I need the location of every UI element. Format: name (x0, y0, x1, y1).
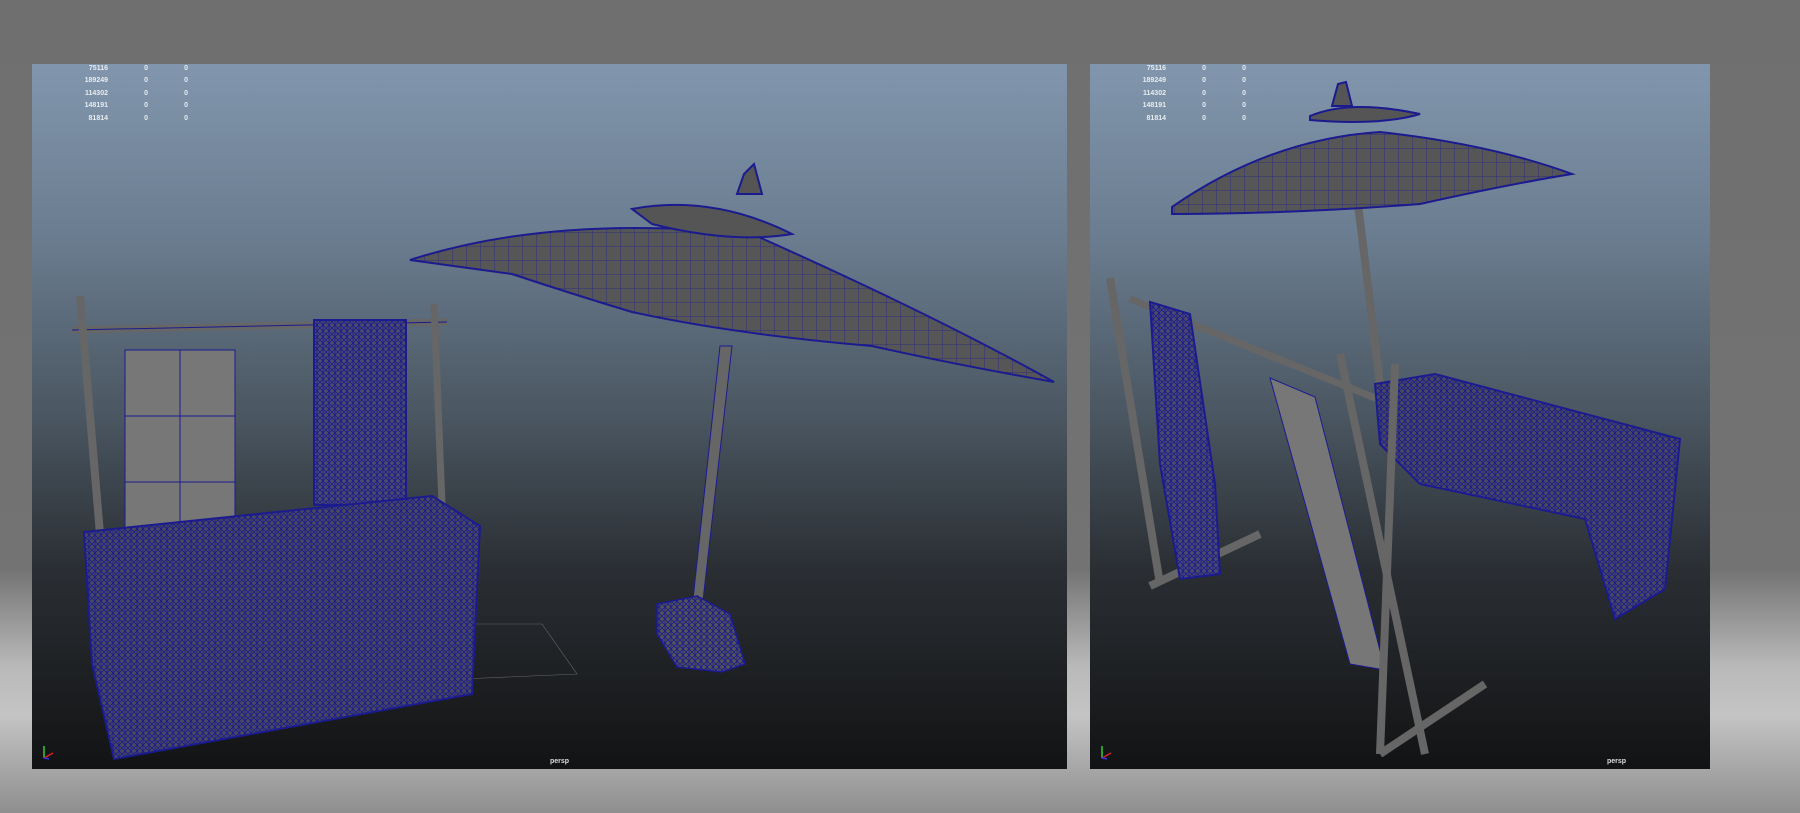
viewport-left-persp[interactable]: 75116 0 0 189249 0 0 114302 0 0 148191 0 0 81814… (32, 64, 1067, 769)
axis-gizmo-icon (43, 746, 54, 760)
umbrella-pole (691, 345, 733, 610)
camera-label: persp (550, 758, 570, 765)
hanging-scroll (1269, 377, 1386, 671)
scene-stall-and-umbrella (71, 162, 1055, 761)
viewport-right-persp[interactable]: 75116 0 0 189249 0 0 114302 0 0 148191 0 0 81814… (1090, 64, 1710, 769)
scene-stall-side-view (1106, 80, 1682, 758)
camera-label: persp (1607, 758, 1627, 765)
umbrella-pole (1354, 203, 1384, 385)
umbrella-top (1309, 105, 1421, 123)
umbrella-finial (735, 162, 764, 195)
umbrella-finial (1330, 80, 1354, 107)
axis-gizmo-icon (1101, 746, 1112, 760)
frame-pole-right (430, 303, 446, 505)
